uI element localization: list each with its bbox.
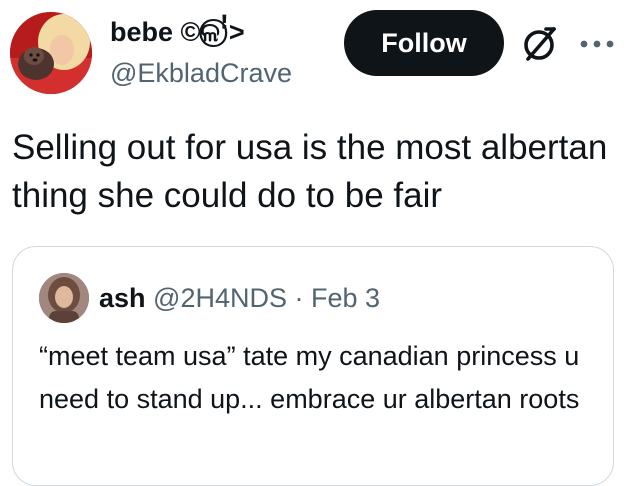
quoted-date[interactable]: Feb 3 (311, 283, 380, 313)
meta-separator: · (294, 283, 304, 313)
quoted-author-avatar[interactable] (39, 273, 89, 323)
tweet-text: Selling out for usa is the most albertan… (12, 128, 608, 215)
author-names: bebe ©ଳ⃝ꜝ> @EkbladCrave (110, 14, 292, 91)
more-options-icon[interactable] (574, 26, 620, 62)
quoted-text: “meet team usa” tate my canadian princes… (39, 341, 580, 414)
quoted-author-handle[interactable]: @2H4NDS (153, 283, 287, 313)
quoted-author-name[interactable]: ash (99, 283, 146, 313)
quoted-tweet[interactable]: ash @2H4NDS · Feb 3 “meet team usa” tate… (12, 246, 614, 486)
author-handle[interactable]: @EkbladCrave (110, 55, 292, 91)
quoted-header: ash @2H4NDS · Feb 3 (99, 281, 380, 315)
grok-icon[interactable] (520, 24, 560, 64)
follow-button[interactable]: Follow (344, 10, 504, 76)
author-display-name[interactable]: bebe ©ଳ⃝ꜝ> (110, 14, 292, 50)
tweet-card: bebe ©ଳ⃝ꜝ> @EkbladCrave Follow Selling o… (0, 0, 628, 486)
author-avatar[interactable] (10, 12, 92, 94)
